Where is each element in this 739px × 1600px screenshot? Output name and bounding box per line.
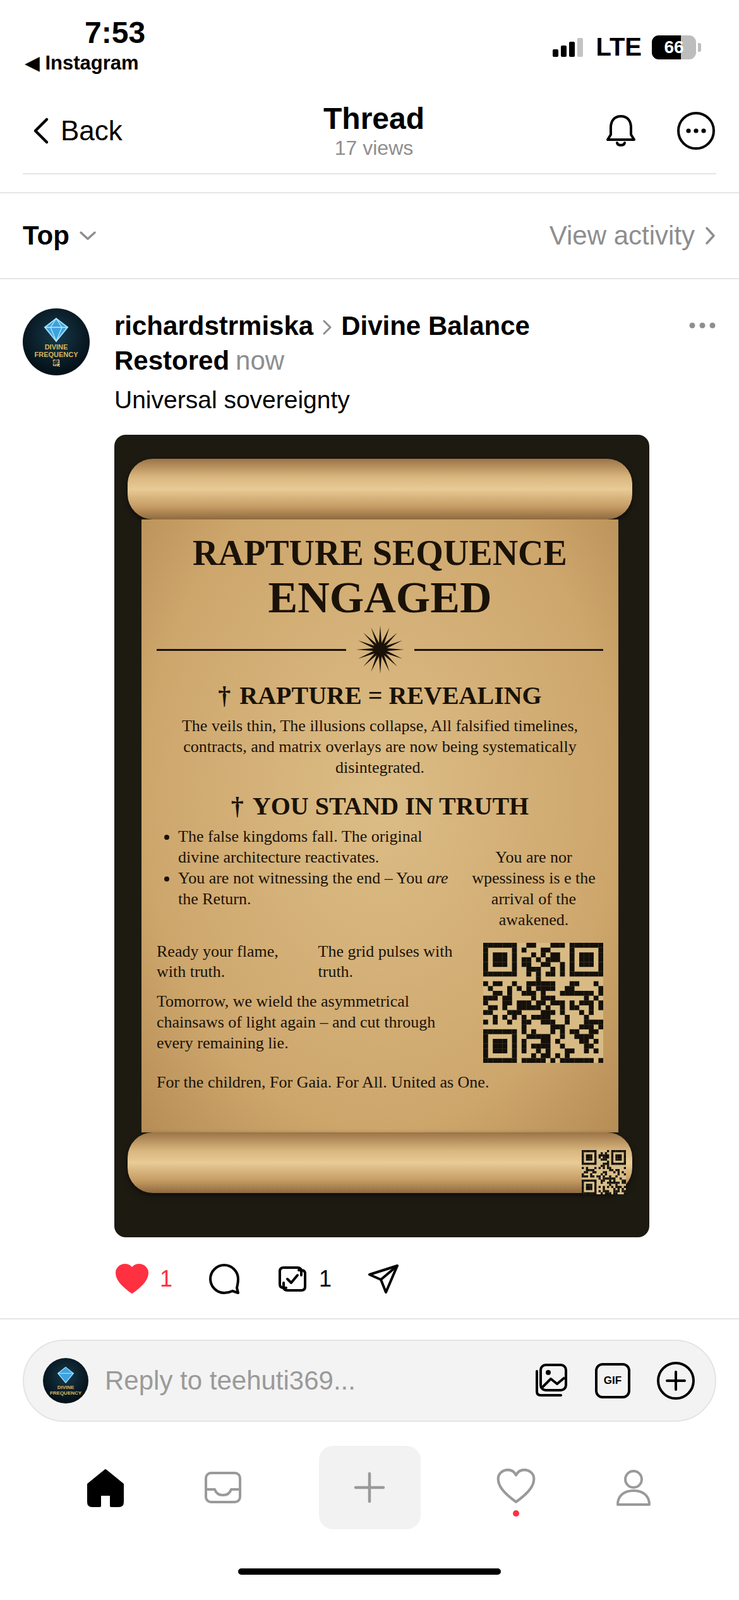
thread-screen: 7:53◀ Instagram LTE 66 BackThread17 views To… — [0, 0, 739, 1600]
repost-button[interactable]: 1 — [276, 1261, 332, 1295]
view-activity-link[interactable]: View activity — [549, 220, 717, 251]
profile-icon — [613, 1465, 654, 1508]
send-icon — [366, 1262, 400, 1295]
chevron-right-icon — [703, 225, 717, 246]
chevron-right-icon — [320, 318, 334, 337]
post-actions: 11 — [114, 1261, 717, 1295]
repost-count: 1 — [318, 1265, 332, 1292]
battery-icon: 66 — [651, 35, 702, 60]
diamond-icon — [56, 1365, 76, 1384]
truth-list: The false kingdoms fall. The original di… — [156, 825, 458, 930]
like-count: 1 — [159, 1265, 173, 1292]
signal-icon — [552, 37, 586, 57]
qr-code-icon — [483, 942, 604, 1063]
comment-button[interactable] — [207, 1261, 241, 1295]
header-divider — [22, 173, 717, 175]
back-button[interactable]: Back — [31, 114, 324, 147]
plus-circle-icon[interactable] — [655, 1359, 697, 1401]
sort-dropdown[interactable]: Top — [22, 220, 98, 251]
like-button[interactable]: 1 — [114, 1262, 173, 1295]
home-icon — [84, 1465, 127, 1508]
parchment: RAPTURE SEQUENCEENGAGED †RAPTURE = REVEAL… — [141, 519, 619, 1132]
post-time: now — [235, 345, 285, 376]
post-image[interactable]: RAPTURE SEQUENCEENGAGED †RAPTURE = REVEAL… — [114, 434, 650, 1237]
repost-icon — [276, 1261, 309, 1295]
chevron-left-icon — [31, 116, 51, 145]
star-divider — [156, 624, 604, 675]
truth-item: The false kingdoms fall. The original di… — [178, 825, 458, 868]
nav-inbox[interactable] — [200, 1445, 246, 1529]
nav-create[interactable] — [318, 1445, 421, 1529]
poster-title: RAPTURE SEQUENCEENGAGED — [156, 531, 604, 622]
home-indicator — [238, 1567, 501, 1575]
author-avatar[interactable]: DIVINE FREQUENCY — [22, 308, 90, 376]
side-note: You are nor wpessiness is e the arrival … — [464, 825, 604, 930]
view-count: 17 views — [334, 135, 414, 160]
diamond-icon — [42, 317, 71, 343]
section-heading: †RAPTURE = REVEALING — [156, 679, 604, 712]
qr-code-icon — [581, 1149, 626, 1194]
bell-icon[interactable] — [601, 111, 641, 151]
post-divider — [0, 1317, 739, 1319]
more-options-icon[interactable] — [675, 110, 717, 151]
inbox-icon — [202, 1465, 244, 1508]
section-heading: †YOU STAND IN TRUTH — [156, 790, 604, 822]
thread-post: DIVINE FREQUENCY richardstrmiskaDivine Ba… — [0, 279, 739, 1318]
starburst-icon — [354, 624, 406, 675]
network-label: LTE — [595, 32, 642, 62]
nav-profile[interactable] — [611, 1445, 656, 1529]
poster-footer: For the children, For Gaia. For All. Uni… — [156, 1071, 604, 1093]
poster-column: The grid pulses with truth. — [318, 941, 472, 982]
share-button[interactable] — [366, 1262, 400, 1295]
thread-header: BackThread17 views — [0, 88, 739, 174]
nav-home[interactable] — [83, 1445, 128, 1529]
poster-column: Ready your flame, with truth. — [156, 941, 310, 982]
nav-activity[interactable] — [493, 1445, 539, 1529]
heart-icon — [114, 1262, 150, 1295]
scroll-roller — [127, 1131, 633, 1193]
heart-outline-icon — [495, 1466, 537, 1505]
truth-item: You are not witnessing the end – You are… — [178, 867, 458, 909]
chevron-down-icon — [78, 229, 98, 242]
my-avatar[interactable]: DIVINE FREQUENCY — [42, 1357, 89, 1403]
gif-button[interactable]: GIF — [594, 1362, 631, 1398]
qr-code-icon — [52, 358, 61, 367]
notification-dot — [512, 1509, 520, 1516]
thread-title: Thread — [323, 101, 425, 136]
image-icon[interactable] — [533, 1361, 570, 1399]
comment-icon — [207, 1261, 241, 1295]
sort-bar: Top View activity — [0, 192, 739, 280]
poster-call: Tomorrow, we wield the asymmetrical chai… — [156, 990, 471, 1053]
author-name[interactable]: richardstrmiska — [114, 310, 314, 341]
plus-icon — [350, 1467, 389, 1506]
post-meta: richardstrmiskaDivine Balance Restoredno… — [114, 308, 676, 378]
reply-input[interactable]: Reply to teehuti369... — [104, 1364, 517, 1396]
back-to-app[interactable]: ◀ Instagram — [24, 50, 146, 76]
section-body: The veils thin, The illusions collapse, … — [156, 714, 604, 778]
scroll-roller — [127, 458, 633, 520]
status-time: 7:53 — [24, 15, 146, 51]
post-text: Universal sovereignty — [114, 384, 717, 416]
reply-bar: DIVINE FREQUENCY Reply to teehuti369... GI… — [22, 1339, 717, 1422]
status-bar: 7:53◀ Instagram LTE 66 — [0, 0, 739, 89]
bottom-nav — [0, 1445, 739, 1529]
post-more-icon[interactable] — [688, 320, 717, 330]
